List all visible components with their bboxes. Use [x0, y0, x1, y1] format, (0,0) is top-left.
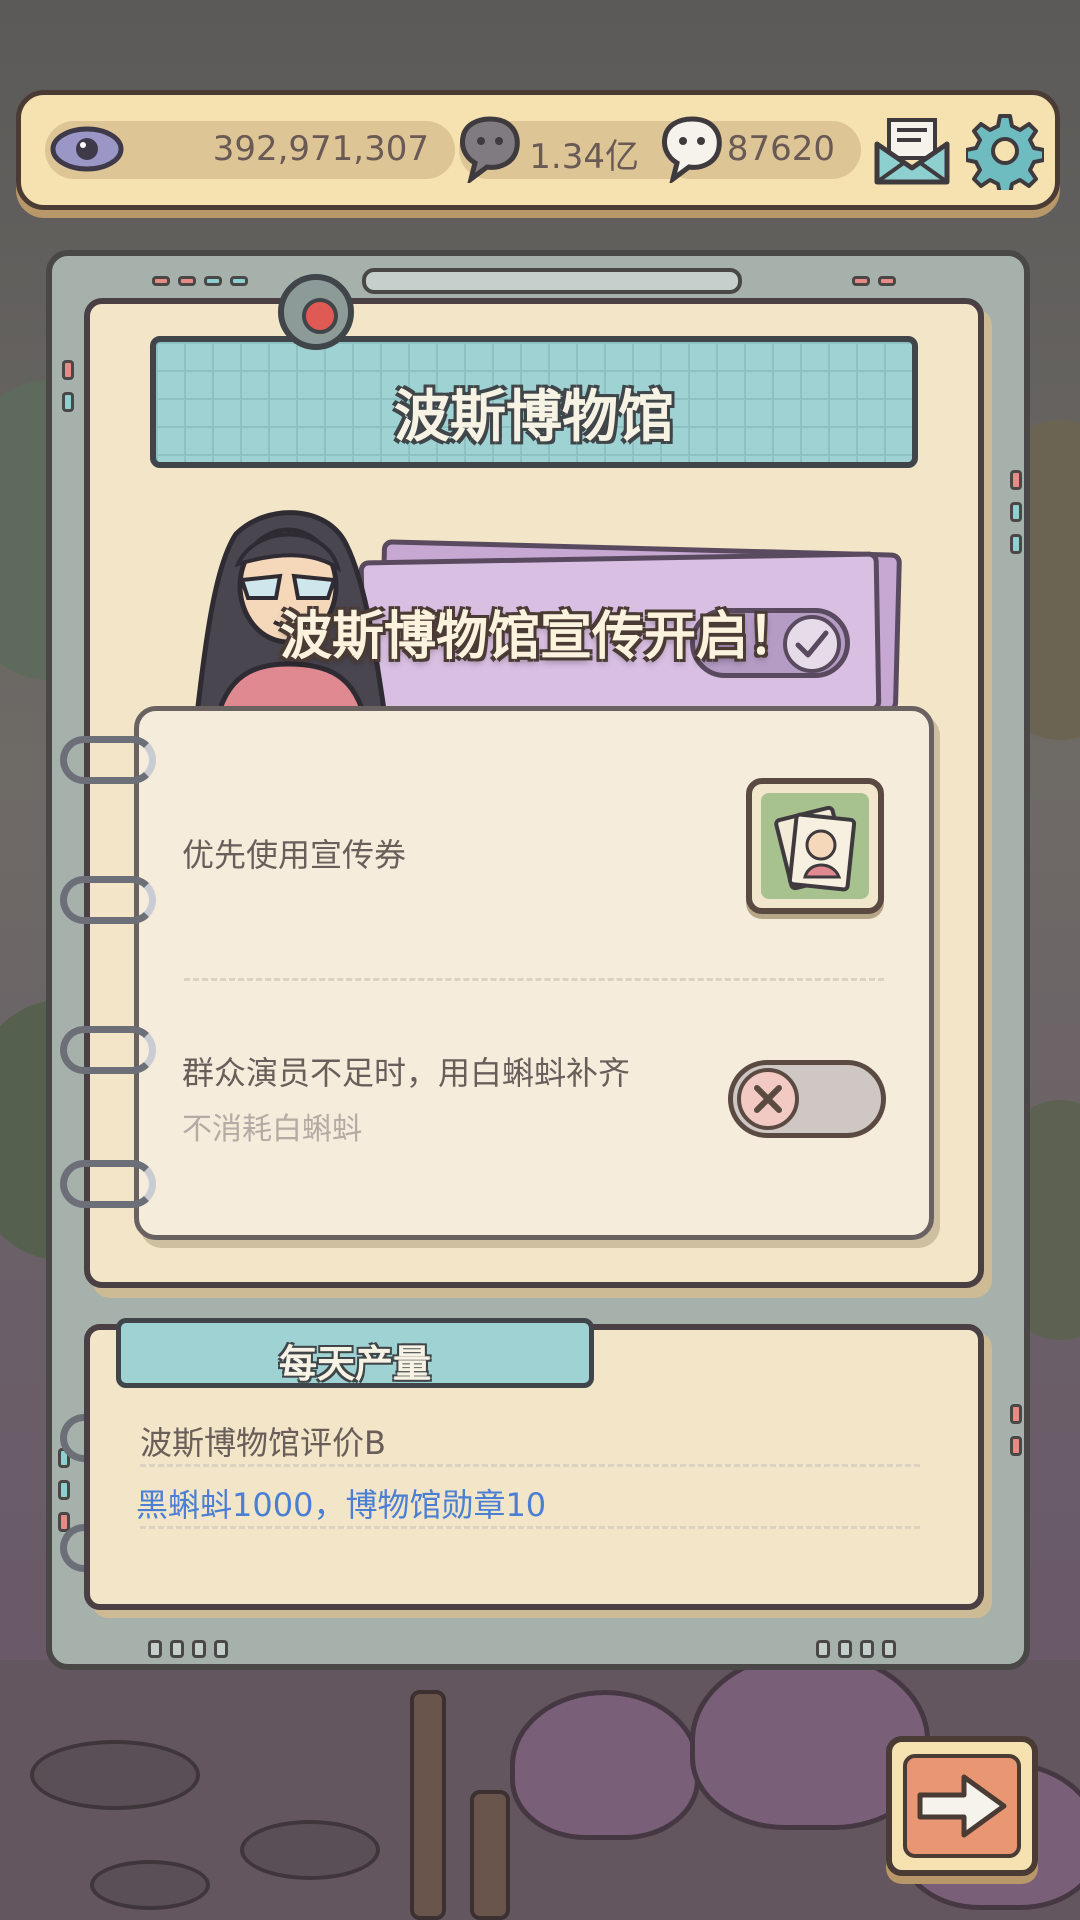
- gear-icon[interactable]: [965, 111, 1045, 191]
- indicator-light-icon: [278, 274, 354, 350]
- options-divider: [184, 978, 884, 981]
- binder-ring: [60, 736, 156, 784]
- daily-output-title: 每天产量: [278, 1342, 431, 1386]
- white-tadpole-value: 87620: [726, 129, 835, 169]
- close-x-icon: [737, 1068, 799, 1130]
- daily-output-tab: 每天产量: [116, 1318, 594, 1388]
- daily-rewards: 黑蝌蚪1000，博物馆勋章10: [136, 1486, 547, 1524]
- museum-rating: 波斯博物馆评价B: [140, 1424, 386, 1462]
- gray-tadpole-value: 1.34亿: [529, 137, 639, 177]
- extras-fill-label: 群众演员不足时，用白蝌蚪补齐: [182, 1054, 631, 1092]
- next-button[interactable]: [886, 1736, 1038, 1876]
- line-divider: [140, 1526, 920, 1529]
- gray-tadpole-icon: [457, 113, 523, 183]
- mail-icon[interactable]: [873, 111, 951, 191]
- promo-ticket-icon: [761, 793, 869, 899]
- white-tadpole-fill-toggle[interactable]: [728, 1060, 886, 1138]
- use-ticket-label: 优先使用宣传券: [182, 836, 407, 874]
- binder-ring: [60, 1160, 156, 1208]
- extras-fill-note: 不消耗白蝌蚪: [182, 1112, 362, 1147]
- resource-bar: 392,971,307 1.34亿 87620: [16, 90, 1060, 210]
- arrow-right-icon: [903, 1754, 1021, 1858]
- eye-icon: [49, 117, 125, 181]
- promo-ticket-button[interactable]: [746, 778, 884, 914]
- white-tadpole-icon: [659, 113, 725, 183]
- binder-ring: [60, 876, 156, 924]
- promo-started-banner: 波斯博物馆宣传开启！: [279, 607, 800, 667]
- views-value: 392,971,307: [212, 129, 429, 169]
- binder-ring: [60, 1026, 156, 1074]
- museum-title: 波斯博物馆: [394, 385, 674, 450]
- line-divider: [140, 1464, 920, 1467]
- museum-title-plate: 波斯博物馆: [150, 336, 918, 468]
